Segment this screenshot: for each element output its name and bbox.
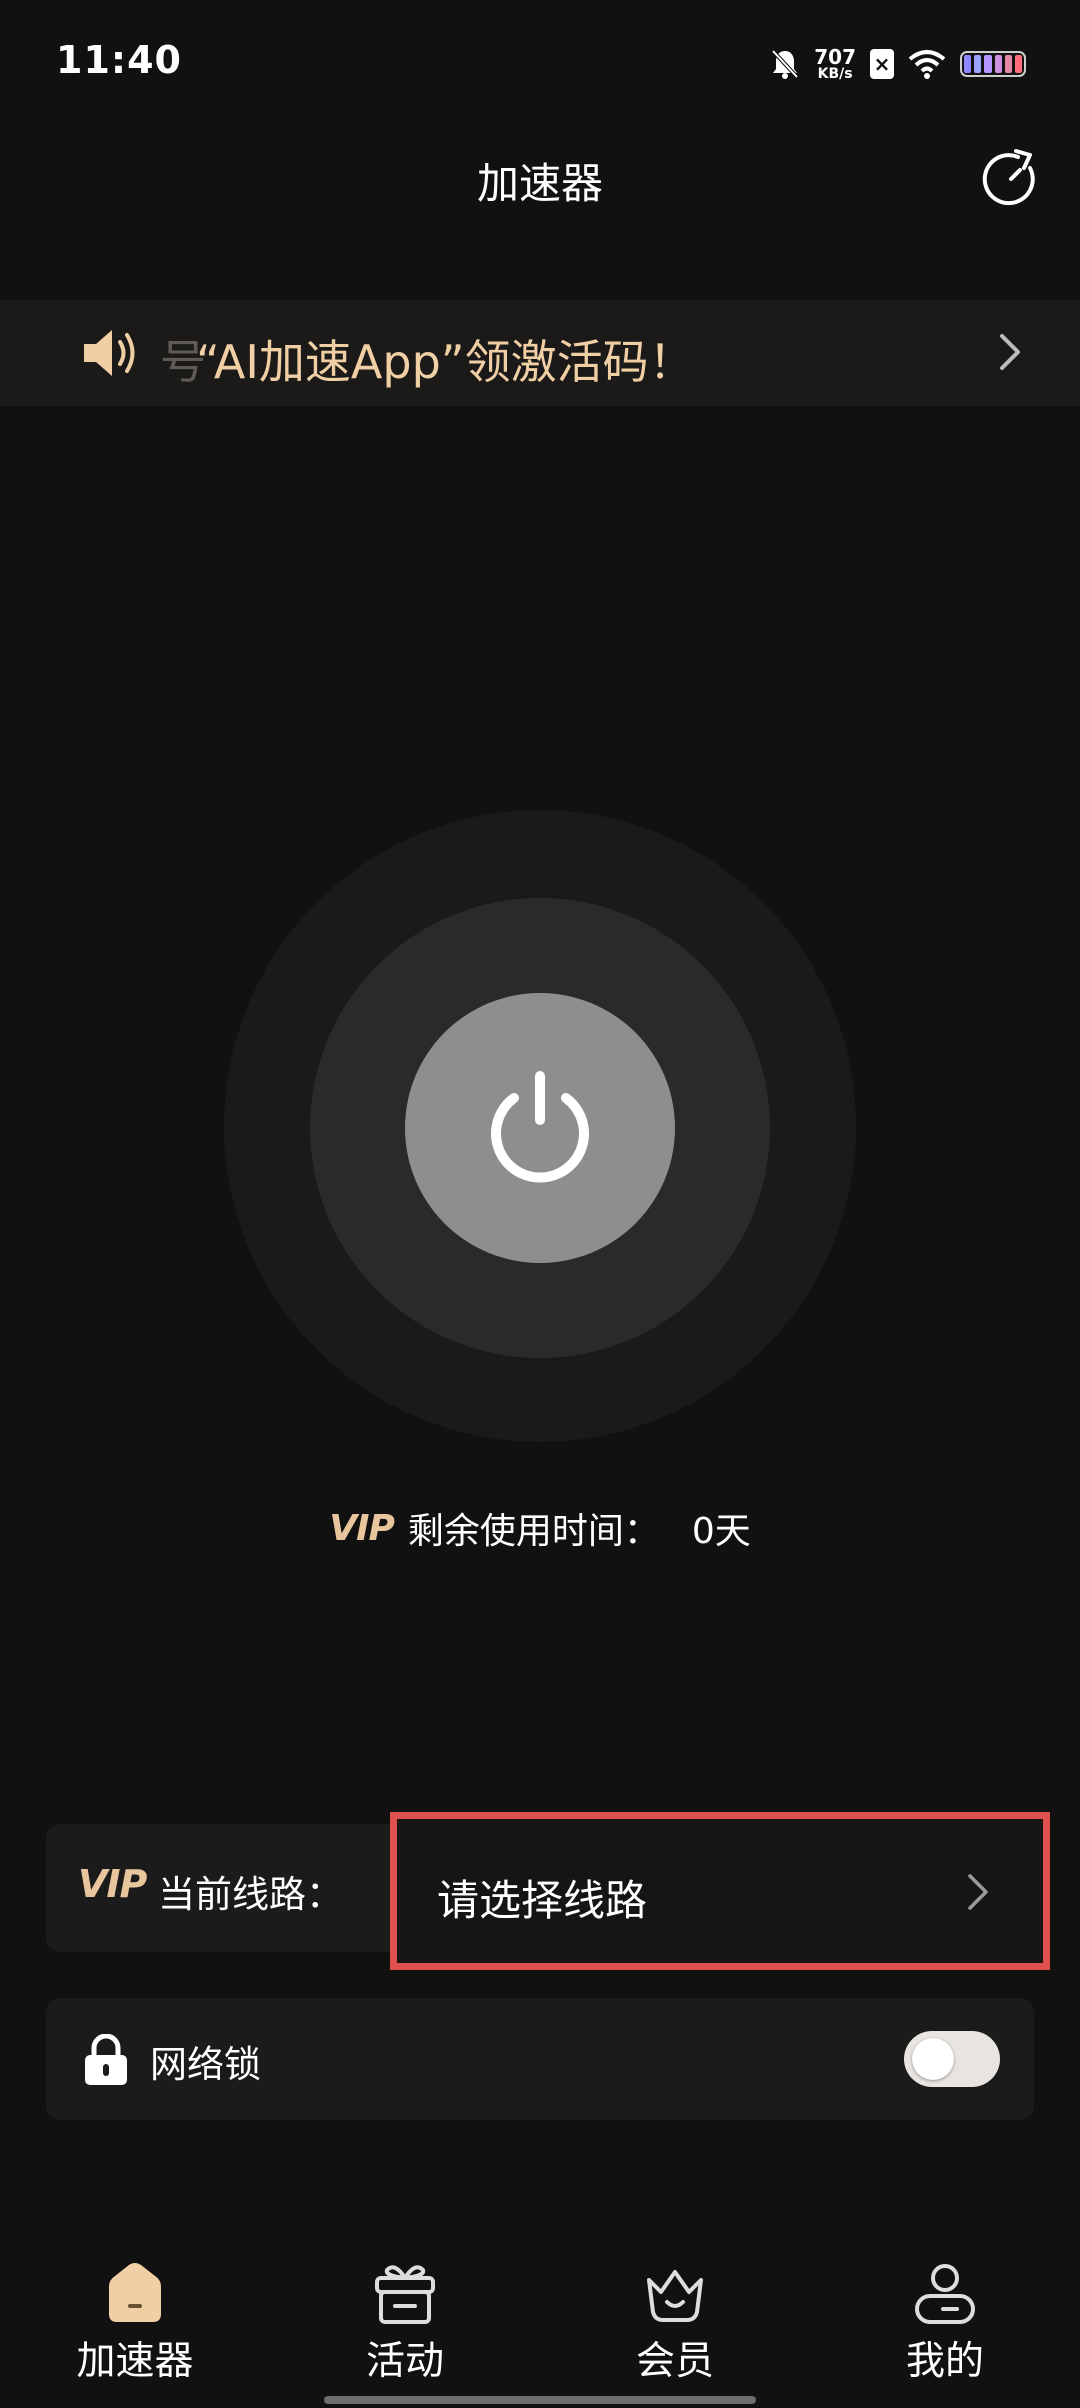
notice-bar[interactable]: 号 “AI加速App”领激活码！ bbox=[0, 300, 1080, 406]
bottom-nav: 加速器 活动 会员 我的 bbox=[0, 2260, 1080, 2408]
battery-cell bbox=[984, 55, 992, 73]
nav-item-profile[interactable]: 我的 bbox=[810, 2260, 1080, 2408]
home-indicator[interactable] bbox=[324, 2396, 756, 2404]
toggle-knob bbox=[912, 2038, 954, 2080]
nav-label: 我的 bbox=[905, 2339, 984, 2384]
route-select-button[interactable]: 请选择线路 bbox=[390, 1812, 1050, 1970]
power-icon bbox=[491, 1071, 589, 1183]
status-icons: 707 KB/s × bbox=[770, 44, 1026, 84]
nav-label: 活动 bbox=[365, 2339, 444, 2384]
home-icon bbox=[109, 2263, 161, 2322]
crown-icon bbox=[647, 2270, 703, 2322]
chevron-right-icon bbox=[968, 1874, 988, 1910]
battery-cell bbox=[974, 55, 982, 73]
network-lock-card: 网络锁 bbox=[46, 1998, 1034, 2120]
page-title: 加速器 bbox=[476, 159, 603, 208]
battery-cell bbox=[994, 55, 1002, 73]
wifi-icon bbox=[908, 50, 946, 79]
refresh-icon[interactable] bbox=[980, 148, 1042, 210]
vip-logo: VIP bbox=[78, 1862, 147, 1906]
sim-icon: × bbox=[870, 49, 894, 79]
speaker-icon bbox=[84, 330, 135, 376]
gift-icon bbox=[375, 2265, 435, 2324]
vip-remaining-time: VIP 剩余使用时间： 0天 bbox=[0, 1502, 1080, 1554]
vip-remaining-label: 剩余使用时间： bbox=[407, 1511, 660, 1552]
route-select-text: 请选择线路 bbox=[437, 1876, 648, 1925]
vip-logo: VIP bbox=[329, 1507, 395, 1549]
power-button[interactable] bbox=[405, 993, 675, 1263]
nav-label: 加速器 bbox=[76, 2339, 194, 2384]
network-lock-toggle[interactable] bbox=[904, 2031, 1000, 2087]
route-label: 当前线路： bbox=[158, 1873, 343, 1916]
status-bar: 11:40 707 KB/s × bbox=[0, 0, 1080, 120]
network-speed-value: 707 bbox=[814, 45, 856, 69]
battery-cell bbox=[1004, 55, 1012, 73]
lock-icon bbox=[85, 2034, 127, 2085]
notice-text: “AI加速App”领激活码！ bbox=[196, 335, 695, 389]
battery-cell bbox=[964, 55, 972, 73]
nav-label: 会员 bbox=[635, 2339, 714, 2384]
battery-icon bbox=[960, 51, 1026, 77]
nav-item-activity[interactable]: 活动 bbox=[270, 2260, 540, 2408]
network-lock-label: 网络锁 bbox=[150, 2043, 261, 2086]
vip-remaining-value: 0天 bbox=[691, 1511, 751, 1552]
network-speed-unit: KB/s bbox=[817, 66, 853, 82]
network-speed: 707 KB/s bbox=[814, 47, 856, 81]
battery-cell bbox=[1014, 55, 1023, 73]
profile-icon bbox=[915, 2264, 975, 2324]
status-time: 11:40 bbox=[56, 38, 182, 82]
chevron-right-icon bbox=[1000, 334, 1020, 370]
nav-item-accelerator[interactable]: 加速器 bbox=[0, 2260, 270, 2408]
bell-off-icon bbox=[771, 49, 799, 79]
nav-item-member[interactable]: 会员 bbox=[540, 2260, 810, 2408]
